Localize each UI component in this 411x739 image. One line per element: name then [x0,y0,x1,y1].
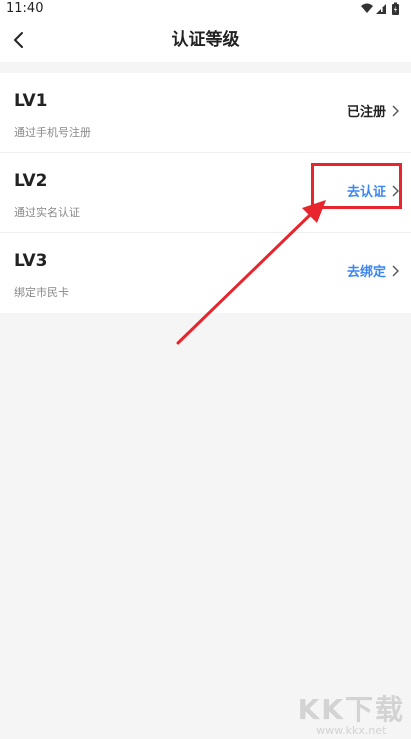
action-label: 去认证 [346,185,386,200]
wifi-icon [361,3,373,13]
level-list: LV1 通过手机号注册 已注册 LV2 通过实名认证 去认证 LV3 绑定市民卡… [0,73,411,313]
back-button[interactable] [2,23,36,57]
bind-card-button[interactable]: 去绑定 [347,261,399,280]
status-time: 11:40 [6,1,44,16]
nav-bar: 认证等级 [0,18,411,62]
level-row-lv1: LV1 通过手机号注册 已注册 [0,73,411,153]
chevron-right-icon [392,185,399,196]
level-title: LV2 [14,171,48,191]
battery-icon [392,2,399,15]
status-icons [361,2,399,15]
status-bar: 11:40 [0,0,411,18]
chevron-right-icon [392,105,399,116]
level-row-lv2: LV2 通过实名认证 去认证 [0,153,411,233]
level-row-lv3: LV3 绑定市民卡 去绑定 [0,233,411,313]
page-title: 认证等级 [171,30,240,50]
level-description: 通过实名认证 [14,206,80,219]
registered-status: 已注册 [347,101,399,120]
watermark: KK下载 www.kkx.net [298,688,405,737]
watermark-logo: KK下载 [297,693,405,726]
action-label: 已注册 [346,105,386,120]
level-title: LV1 [14,91,48,111]
signal-icon [376,4,386,14]
back-arrow-icon [14,32,23,48]
verify-button[interactable]: 去认证 [347,181,399,200]
chevron-right-icon [392,265,399,276]
level-description: 通过手机号注册 [14,126,91,139]
action-label: 去绑定 [346,265,386,280]
level-title: LV3 [14,251,48,271]
level-description: 绑定市民卡 [14,286,69,299]
